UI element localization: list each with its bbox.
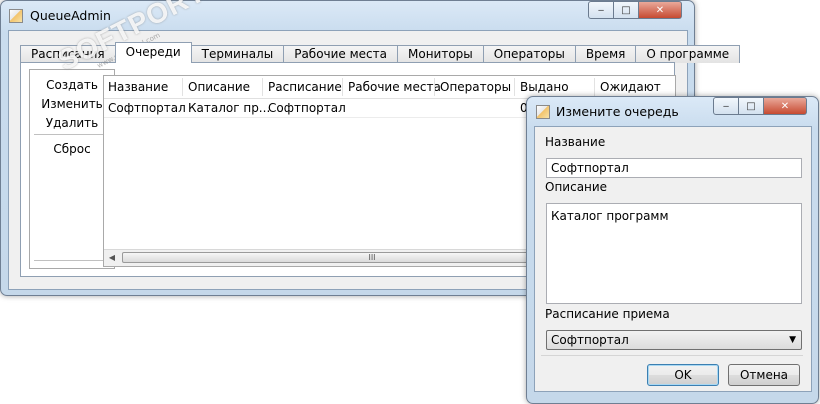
column-header-description[interactable]: Описание — [188, 80, 250, 94]
edit-button[interactable]: Изменить — [30, 97, 114, 111]
maximize-icon: □ — [621, 4, 631, 16]
dialog-client-area: Название Софтпортал Описание Каталог про… — [534, 126, 812, 392]
window-title: QueueAdmin — [30, 8, 111, 23]
tab-about[interactable]: О программе — [635, 45, 741, 63]
cancel-button[interactable]: Отмена — [728, 364, 800, 386]
chevron-down-icon: ▼ — [789, 335, 796, 345]
column-separator[interactable] — [594, 78, 595, 96]
ok-button[interactable]: OK — [647, 364, 719, 386]
schedule-select[interactable]: Софтпортал ▼ — [546, 330, 802, 350]
delete-button[interactable]: Удалить — [30, 116, 114, 130]
column-header-operators[interactable]: Операторы — [440, 80, 511, 94]
column-separator[interactable] — [434, 78, 435, 96]
column-separator[interactable] — [182, 78, 183, 96]
column-header-issued[interactable]: Выдано — [520, 80, 569, 94]
column-header-waiting[interactable]: Ожидают — [600, 80, 661, 94]
column-header-name[interactable]: Название — [108, 80, 168, 94]
column-separator[interactable] — [514, 78, 515, 96]
actions-divider — [34, 134, 110, 135]
cell-schedule: Софтпортал — [268, 101, 346, 115]
app-icon — [9, 9, 23, 23]
tab-operators[interactable]: Операторы — [482, 45, 576, 63]
dialog-divider — [541, 355, 803, 356]
column-header-workplaces[interactable]: Рабочие места — [348, 80, 441, 94]
dialog-close-button[interactable]: ✕ — [764, 97, 807, 115]
name-label: Название — [545, 135, 606, 149]
tab-strip: Расписания Очереди Терминалы Рабочие мес… — [20, 42, 741, 63]
column-separator[interactable] — [262, 78, 263, 96]
maximize-icon: □ — [746, 100, 756, 112]
close-icon: ✕ — [780, 100, 790, 112]
minimize-button[interactable]: ‒ — [588, 1, 614, 19]
tab-schedules[interactable]: Расписания — [20, 45, 116, 63]
edit-queue-dialog: Измените очередь ‒ □ ✕ Название Софтпорт… — [526, 96, 819, 404]
actions-bottom-divider — [34, 260, 110, 261]
scroll-left-icon[interactable]: ◀ — [104, 250, 120, 266]
maximize-button[interactable]: □ — [614, 1, 639, 19]
schedule-label: Расписание приема — [545, 307, 670, 321]
column-header-schedule[interactable]: Расписание — [268, 80, 342, 94]
dialog-caption-buttons: ‒ □ ✕ — [713, 97, 807, 115]
name-field[interactable]: Софтпортал — [546, 158, 802, 178]
dialog-icon — [536, 105, 550, 119]
close-button[interactable]: ✕ — [639, 1, 682, 19]
description-label: Описание — [545, 180, 608, 194]
reset-button[interactable]: Сброс — [30, 142, 114, 156]
tab-monitors[interactable]: Мониторы — [397, 45, 484, 63]
close-icon: ✕ — [655, 4, 665, 16]
tab-queues[interactable]: Очереди — [114, 42, 192, 63]
cell-name: Софтпортал — [108, 101, 186, 115]
minimize-icon: ‒ — [722, 100, 730, 112]
window-caption-buttons: ‒ □ ✕ — [588, 1, 682, 19]
dialog-maximize-button[interactable]: □ — [739, 97, 764, 115]
tab-time[interactable]: Время — [574, 45, 637, 63]
tab-workplaces[interactable]: Рабочие места — [283, 45, 398, 63]
schedule-select-value: Софтпортал — [551, 333, 629, 347]
cell-description: Каталог пр... — [188, 101, 271, 115]
create-button[interactable]: Создать — [30, 78, 114, 92]
description-field[interactable]: Каталог программ — [546, 203, 802, 304]
dialog-title: Измените очередь — [556, 104, 679, 119]
dialog-minimize-button[interactable]: ‒ — [713, 97, 739, 115]
tab-terminals[interactable]: Терминалы — [190, 45, 285, 63]
column-separator[interactable] — [342, 78, 343, 96]
minimize-icon: ‒ — [597, 4, 605, 16]
